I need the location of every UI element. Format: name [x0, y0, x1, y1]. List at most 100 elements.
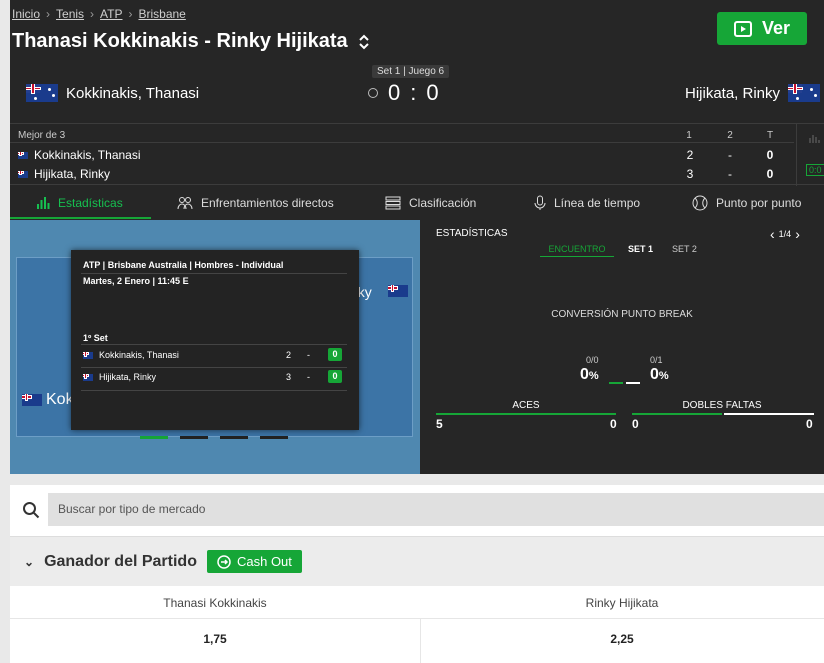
tab-clasificacion[interactable]: Clasificación [361, 186, 508, 219]
users-icon [177, 196, 193, 209]
row-player-name: Hijikata, Rinky [34, 167, 111, 181]
tab-label: Clasificación [409, 195, 477, 210]
set-badge: Set 1 | Juego 6 [372, 65, 450, 78]
game-score: 0 : 0 [368, 80, 439, 106]
row-total: 0 [766, 167, 774, 181]
chevron-down-icon[interactable]: ⌄ [24, 555, 34, 569]
cashout-button[interactable]: Cash Out [206, 550, 302, 573]
aces-right: 0 [610, 417, 617, 431]
tab-bar: Estadísticas Enfrentamientos directos Cl… [10, 186, 824, 219]
popup-row-points: 0 [328, 370, 342, 383]
scoreboard: Mejor de 3 1 2 T Kokkinakis, Thanasi 2 -… [10, 123, 824, 186]
market-header[interactable]: ⌄ Ganador del Partido Cash Out [10, 537, 824, 586]
header-set1: 1 [686, 130, 692, 141]
odds-button[interactable]: 1,75 [10, 632, 420, 646]
bar-chart-icon[interactable] [808, 132, 820, 144]
popup-row-dash: - [307, 350, 310, 360]
serve-ball-icon [368, 88, 378, 98]
popup-row-points: 0 [328, 348, 342, 361]
row-player-name: Kokkinakis, Thanasi [34, 148, 141, 162]
australia-flag-icon [26, 84, 58, 102]
chevron-left-icon[interactable]: ‹ [770, 226, 775, 242]
search-input[interactable]: Buscar por tipo de mercado [48, 493, 824, 526]
chevron-right-icon: › [46, 7, 51, 21]
player2-name: Hijikata, Rinky [685, 84, 781, 102]
popup-row-name: Kokkinakis, Thanasi [99, 350, 179, 360]
break-left-ratio: 0/0 [586, 355, 599, 365]
tab-linea-tiempo[interactable]: Línea de tiempo [508, 186, 668, 219]
aces-bar [436, 413, 616, 415]
popup-row-dash: - [307, 372, 310, 382]
chevron-right-icon: › [128, 7, 133, 21]
breadcrumb-tenis[interactable]: Tenis [56, 7, 84, 21]
tab-label: Enfrentamientos directos [201, 195, 334, 210]
dobles-label: DOBLES FALTAS [682, 400, 762, 411]
pager-label: 1/4 [778, 229, 792, 239]
carousel-dot[interactable] [220, 436, 248, 439]
chevron-right-icon: › [90, 7, 95, 21]
watch-button[interactable]: Ver [717, 12, 807, 45]
market-search: Buscar por tipo de mercado [10, 485, 824, 537]
dobles-bar-left [632, 413, 722, 415]
popup-row-games: 2 [286, 350, 292, 360]
row-set2: - [728, 148, 732, 162]
break-right-bar [626, 382, 640, 384]
watch-label: Ver [761, 18, 791, 38]
aces-label: ACES [512, 400, 540, 411]
popup-row-games: 3 [286, 372, 292, 382]
break-right-pct: 0% [650, 366, 669, 383]
match-title-row[interactable]: Thanasi Kokkinakis - Rinky Hijikata [12, 30, 370, 53]
popup-set-label: 1º Set [83, 333, 108, 343]
subtab-set1[interactable]: SET 1 [628, 244, 653, 254]
player1-name: Kokkinakis, Thanasi [66, 84, 200, 102]
subtab-set2[interactable]: SET 2 [672, 244, 697, 254]
row-total: 0 [766, 148, 774, 162]
break-title: CONVERSIÓN PUNTO BREAK [551, 309, 693, 320]
stats-panel: ESTADÍSTICAS ‹ 1/4 › ENCUENTRO SET 1 SET… [420, 220, 824, 474]
subtab-encuentro[interactable]: ENCUENTRO [540, 244, 614, 257]
row-set1: 3 [686, 167, 694, 181]
outcome-name: Rinky Hijikata [585, 596, 659, 610]
popup-date: Martes, 2 Enero | 11:45 E [83, 276, 189, 286]
outcome-name: Thanasi Kokkinakis [163, 596, 267, 610]
market-title: Ganador del Partido [44, 552, 197, 570]
dobles-bar-right [724, 413, 814, 415]
australia-flag-icon [788, 84, 821, 102]
tab-label: Línea de tiempo [554, 195, 641, 210]
australia-flag-icon [18, 151, 28, 159]
match-info-popup: ATP | Brisbane Australia | Hombres - Ind… [71, 250, 359, 430]
tab-label: Estadísticas [58, 195, 123, 210]
scoreboard-row: Hijikata, Rinky [18, 167, 110, 181]
scoreboard-row: Kokkinakis, Thanasi [18, 148, 141, 162]
australia-flag-icon [83, 352, 93, 359]
australia-flag-icon [18, 170, 28, 178]
score-p2: 0 [426, 80, 439, 105]
search-icon[interactable] [22, 501, 40, 519]
aces-left: 5 [436, 417, 443, 431]
chevron-right-icon[interactable]: › [795, 226, 800, 242]
carousel-dot[interactable] [260, 436, 288, 439]
carousel-dot[interactable] [180, 436, 208, 439]
play-icon [733, 20, 752, 37]
tab-estadisticas[interactable]: Estadísticas [10, 186, 151, 219]
microphone-icon [534, 195, 546, 210]
tab-punto-por-punto[interactable]: Punto por punto [668, 186, 824, 219]
break-left-pct: 0% [580, 366, 599, 383]
breadcrumb-brisbane[interactable]: Brisbane [138, 7, 185, 21]
header-total: T [766, 130, 774, 141]
list-icon [385, 196, 401, 209]
carousel-dot[interactable] [140, 436, 168, 439]
row-set1: 2 [686, 148, 694, 162]
break-left-bar [609, 382, 623, 384]
market-ganador: ⌄ Ganador del Partido Cash Out Thanasi K… [10, 537, 824, 663]
sort-toggle-icon[interactable] [358, 33, 370, 51]
tab-enfrentamientos[interactable]: Enfrentamientos directos [151, 186, 361, 219]
breadcrumb-inicio[interactable]: Inicio [12, 7, 40, 21]
breadcrumb-atp[interactable]: ATP [100, 7, 122, 21]
header-set2: 2 [727, 130, 733, 141]
cashout-label: Cash Out [236, 554, 292, 569]
odds-button[interactable]: 2,25 [420, 632, 824, 646]
australia-flag-icon [22, 394, 42, 406]
row-set2: - [728, 167, 732, 181]
match-format: Mejor de 3 [18, 130, 66, 141]
